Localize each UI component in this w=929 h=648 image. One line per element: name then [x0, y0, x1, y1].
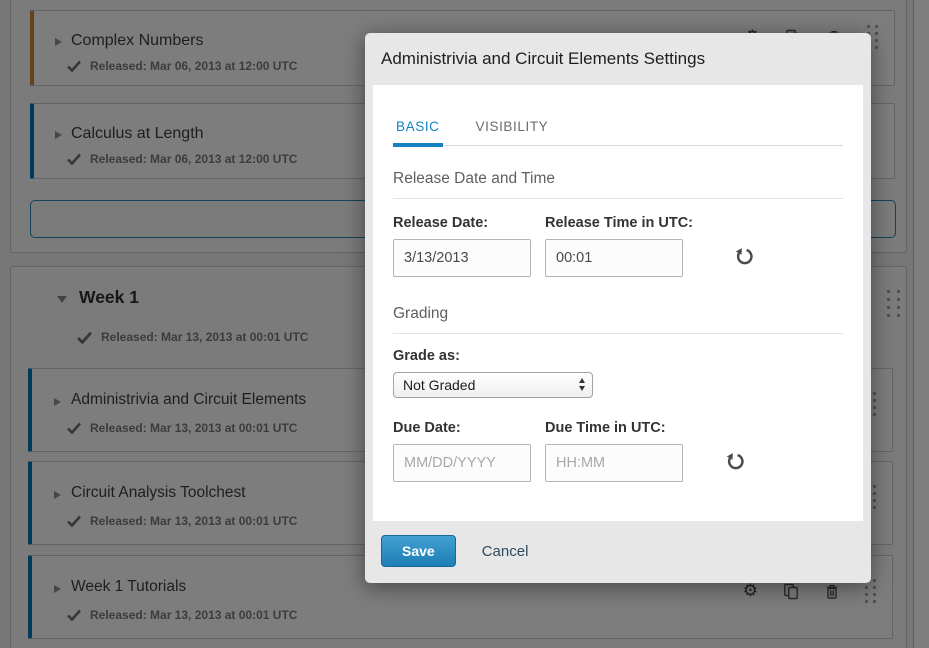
modal-title: Administrivia and Circuit Elements Setti…	[365, 33, 871, 85]
due-fields-row: Due Date: Due Time in UTC:	[393, 420, 843, 482]
select-arrows-icon	[579, 378, 585, 391]
grade-as-label: Grade as:	[393, 348, 545, 364]
modal-actions: Save Cancel	[381, 535, 528, 567]
release-section-heading: Release Date and Time	[393, 170, 843, 199]
release-date-input[interactable]	[393, 239, 531, 277]
due-date-label: Due Date:	[393, 420, 545, 436]
grading-section-heading: Grading	[393, 305, 843, 334]
tab-basic[interactable]: BASIC	[393, 119, 443, 147]
reset-release-date-button[interactable]	[735, 246, 754, 268]
settings-tabs: BASIC VISIBILITY	[393, 119, 843, 146]
grade-as-field: Grade as: Not Graded	[393, 348, 545, 398]
release-time-label: Release Time in UTC:	[545, 215, 697, 231]
due-date-field: Due Date:	[393, 420, 545, 482]
save-button[interactable]: Save	[381, 535, 456, 567]
due-time-label: Due Time in UTC:	[545, 420, 697, 436]
release-fields-row: Release Date: Release Time in UTC:	[393, 215, 843, 277]
release-date-field: Release Date:	[393, 215, 545, 277]
due-time-field: Due Time in UTC:	[545, 420, 697, 482]
tab-visibility[interactable]: VISIBILITY	[473, 119, 552, 147]
studio-course-outline-page: Complex Numbers Released: Mar 06, 2013 a…	[0, 0, 929, 648]
reset-due-date-button[interactable]	[726, 451, 745, 473]
release-date-label: Release Date:	[393, 215, 545, 231]
release-time-field: Release Time in UTC:	[545, 215, 697, 277]
modal-body: BASIC VISIBILITY Release Date and Time R…	[373, 85, 863, 521]
reset-icon	[726, 451, 745, 470]
reset-icon	[735, 246, 754, 265]
grade-as-select[interactable]: Not Graded	[393, 372, 593, 398]
grade-as-selected-value: Not Graded	[403, 377, 475, 393]
cancel-link[interactable]: Cancel	[482, 543, 529, 560]
due-date-input[interactable]	[393, 444, 531, 482]
release-time-input[interactable]	[545, 239, 683, 277]
subsection-settings-modal: Administrivia and Circuit Elements Setti…	[365, 33, 871, 583]
due-time-input[interactable]	[545, 444, 683, 482]
